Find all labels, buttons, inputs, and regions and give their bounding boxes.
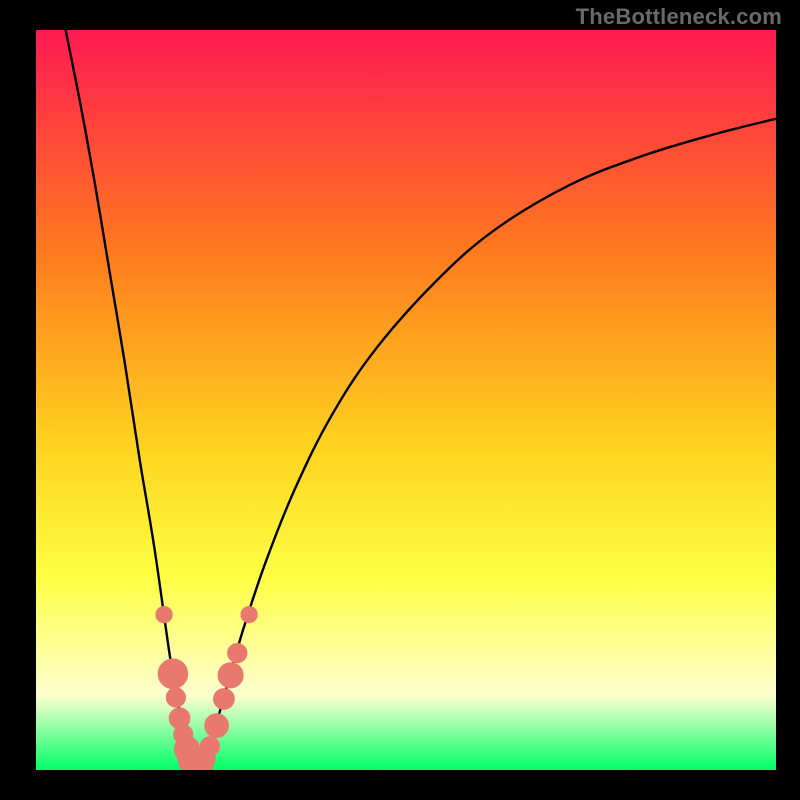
data-marker (214, 689, 235, 710)
data-marker (158, 659, 188, 689)
gradient-background (36, 30, 776, 770)
data-marker (228, 643, 247, 662)
frame: TheBottleneck.com (0, 0, 800, 800)
data-marker (156, 606, 172, 622)
data-marker (200, 737, 219, 756)
watermark-text: TheBottleneck.com (576, 4, 782, 30)
data-marker (218, 663, 243, 688)
data-marker (166, 688, 185, 707)
chart-svg (36, 30, 776, 770)
plot-area (36, 30, 776, 770)
data-marker (205, 714, 229, 738)
data-marker (241, 606, 257, 622)
